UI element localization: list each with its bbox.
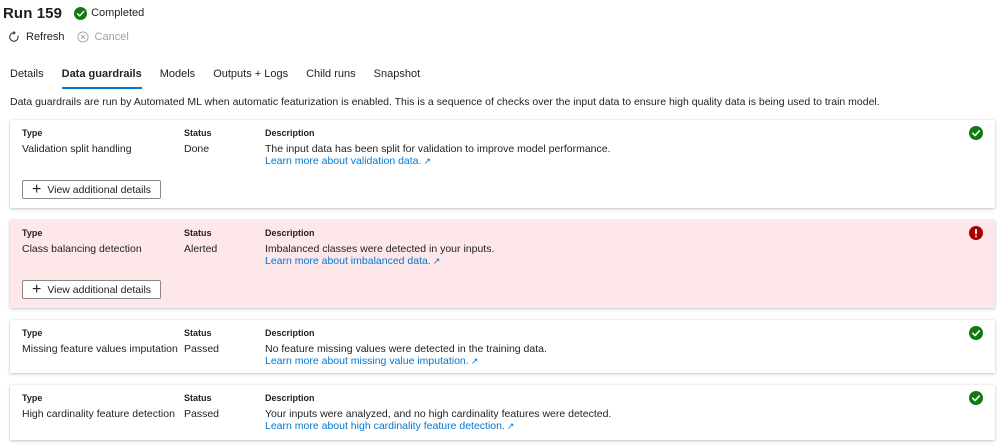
guardrail-description: Your inputs were analyzed, and no high c… — [265, 408, 612, 420]
external-link-icon: ↗ — [432, 256, 441, 266]
type-header: Type — [22, 128, 43, 138]
guardrail-type: Missing feature values imputation — [22, 343, 178, 355]
guardrail-status: Done — [184, 143, 210, 155]
type-header: Type — [22, 393, 43, 403]
tab-models[interactable]: Models — [160, 66, 195, 89]
tab-bar: Details Data guardrails Models Outputs +… — [10, 66, 438, 89]
external-link-icon: ↗ — [470, 356, 479, 366]
status-header: Status — [184, 328, 212, 338]
guardrail-description: Imbalanced classes were detected in your… — [265, 243, 495, 255]
run-header: Run 159 Completed — [3, 4, 144, 22]
learn-more-link[interactable]: Learn more about imbalanced data. ↗ — [265, 255, 440, 267]
details-button-label: View additional details — [47, 283, 152, 296]
learn-more-link-text: Learn more about missing value imputatio… — [265, 355, 469, 367]
refresh-button[interactable]: Refresh — [8, 31, 65, 43]
refresh-icon — [9, 31, 19, 42]
external-link-icon: ↗ — [423, 156, 431, 166]
learn-more-link[interactable]: Learn more about validation data. ↗ — [265, 155, 431, 167]
guardrail-status: Alerted — [184, 243, 218, 255]
guardrail-card-validation-split: Type Status Description Validation split… — [10, 120, 995, 208]
view-additional-details-button[interactable]: + View additional details — [22, 180, 161, 199]
check-circle-icon — [969, 391, 983, 405]
external-link-icon: ↗ — [506, 421, 515, 431]
cancel-label: Cancel — [94, 31, 129, 43]
tab-snapshot[interactable]: Snapshot — [374, 66, 420, 89]
guardrail-status: Passed — [184, 343, 220, 355]
learn-more-link-text: Learn more about validation data. — [265, 155, 422, 167]
description-header: Description — [265, 328, 315, 338]
type-header: Type — [22, 228, 43, 238]
guardrail-type: High cardinality feature detection — [22, 408, 175, 420]
learn-more-link[interactable]: Learn more about high cardinality featur… — [265, 420, 514, 432]
check-circle-icon — [969, 326, 983, 340]
tab-data-guardrails[interactable]: Data guardrails — [61, 66, 142, 89]
learn-more-link-text: Learn more about high cardinality featur… — [265, 420, 505, 432]
check-circle-icon — [969, 126, 983, 140]
plus-icon: + — [31, 180, 42, 198]
tab-details[interactable]: Details — [10, 66, 44, 89]
plus-icon: + — [31, 280, 42, 298]
status-badge: Completed — [74, 6, 145, 20]
guardrail-status: Passed — [184, 408, 220, 420]
status-header: Status — [184, 128, 212, 138]
learn-more-link-text: Learn more about imbalanced data. — [265, 255, 431, 267]
description-header: Description — [265, 128, 315, 138]
cancel-button[interactable]: Cancel — [76, 31, 129, 43]
guardrail-card-high-cardinality: Type Status Description High cardinality… — [10, 385, 995, 440]
view-additional-details-button[interactable]: + View additional details — [22, 280, 161, 299]
status-text: Completed — [91, 7, 145, 19]
refresh-label: Refresh — [26, 31, 65, 43]
guardrail-card-class-balancing: Type Status Description Class balancing … — [10, 220, 995, 308]
type-header: Type — [22, 328, 43, 338]
tab-outputs-logs[interactable]: Outputs + Logs — [213, 66, 288, 89]
guardrail-description: No feature missing values were detected … — [265, 343, 547, 355]
command-bar: Refresh Cancel — [8, 31, 141, 43]
cancel-icon — [76, 31, 89, 43]
description-header: Description — [265, 393, 315, 403]
description-header: Description — [265, 228, 315, 238]
tab-child-runs[interactable]: Child runs — [306, 66, 356, 89]
guardrail-description: The input data has been split for valida… — [265, 143, 611, 155]
status-header: Status — [184, 393, 212, 403]
guardrail-card-missing-values: Type Status Description Missing feature … — [10, 320, 995, 373]
learn-more-link[interactable]: Learn more about missing value imputatio… — [265, 355, 478, 367]
check-circle-icon — [74, 6, 88, 20]
intro-text: Data guardrails are run by Automated ML … — [10, 96, 880, 108]
status-header: Status — [184, 228, 212, 238]
guardrail-type: Validation split handling — [22, 143, 132, 155]
guardrail-type: Class balancing detection — [22, 243, 142, 255]
page-title: Run 159 — [3, 4, 63, 22]
error-circle-icon — [969, 226, 983, 240]
details-button-label: View additional details — [47, 183, 152, 196]
